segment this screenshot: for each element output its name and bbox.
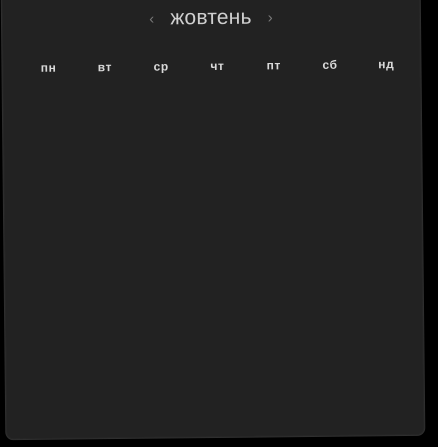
month-title: жовтень — [170, 5, 252, 30]
weekday-monday: пн — [40, 60, 57, 75]
weekday-saturday: сб — [322, 57, 338, 72]
weekday-tuesday: вт — [97, 60, 113, 75]
calendar-panel: ‹ жовтень › пн вт ср чт пт сб нд — [0, 0, 426, 441]
weekday-thursday: чт — [210, 58, 225, 74]
weekday-sunday: нд — [378, 57, 395, 72]
month-header: ‹ жовтень › — [2, 0, 420, 37]
weekday-header-row: пн вт ср чт пт сб нд — [20, 57, 414, 75]
calendar-stage: ‹ жовтень › пн вт ср чт пт сб нд — [0, 0, 438, 447]
prev-month-arrow-icon[interactable]: ‹ — [147, 7, 156, 30]
weekday-friday: пт — [266, 58, 281, 73]
weekday-wednesday: ср — [153, 59, 169, 74]
next-month-arrow-icon[interactable]: › — [266, 6, 275, 29]
days-grid — [19, 89, 412, 427]
